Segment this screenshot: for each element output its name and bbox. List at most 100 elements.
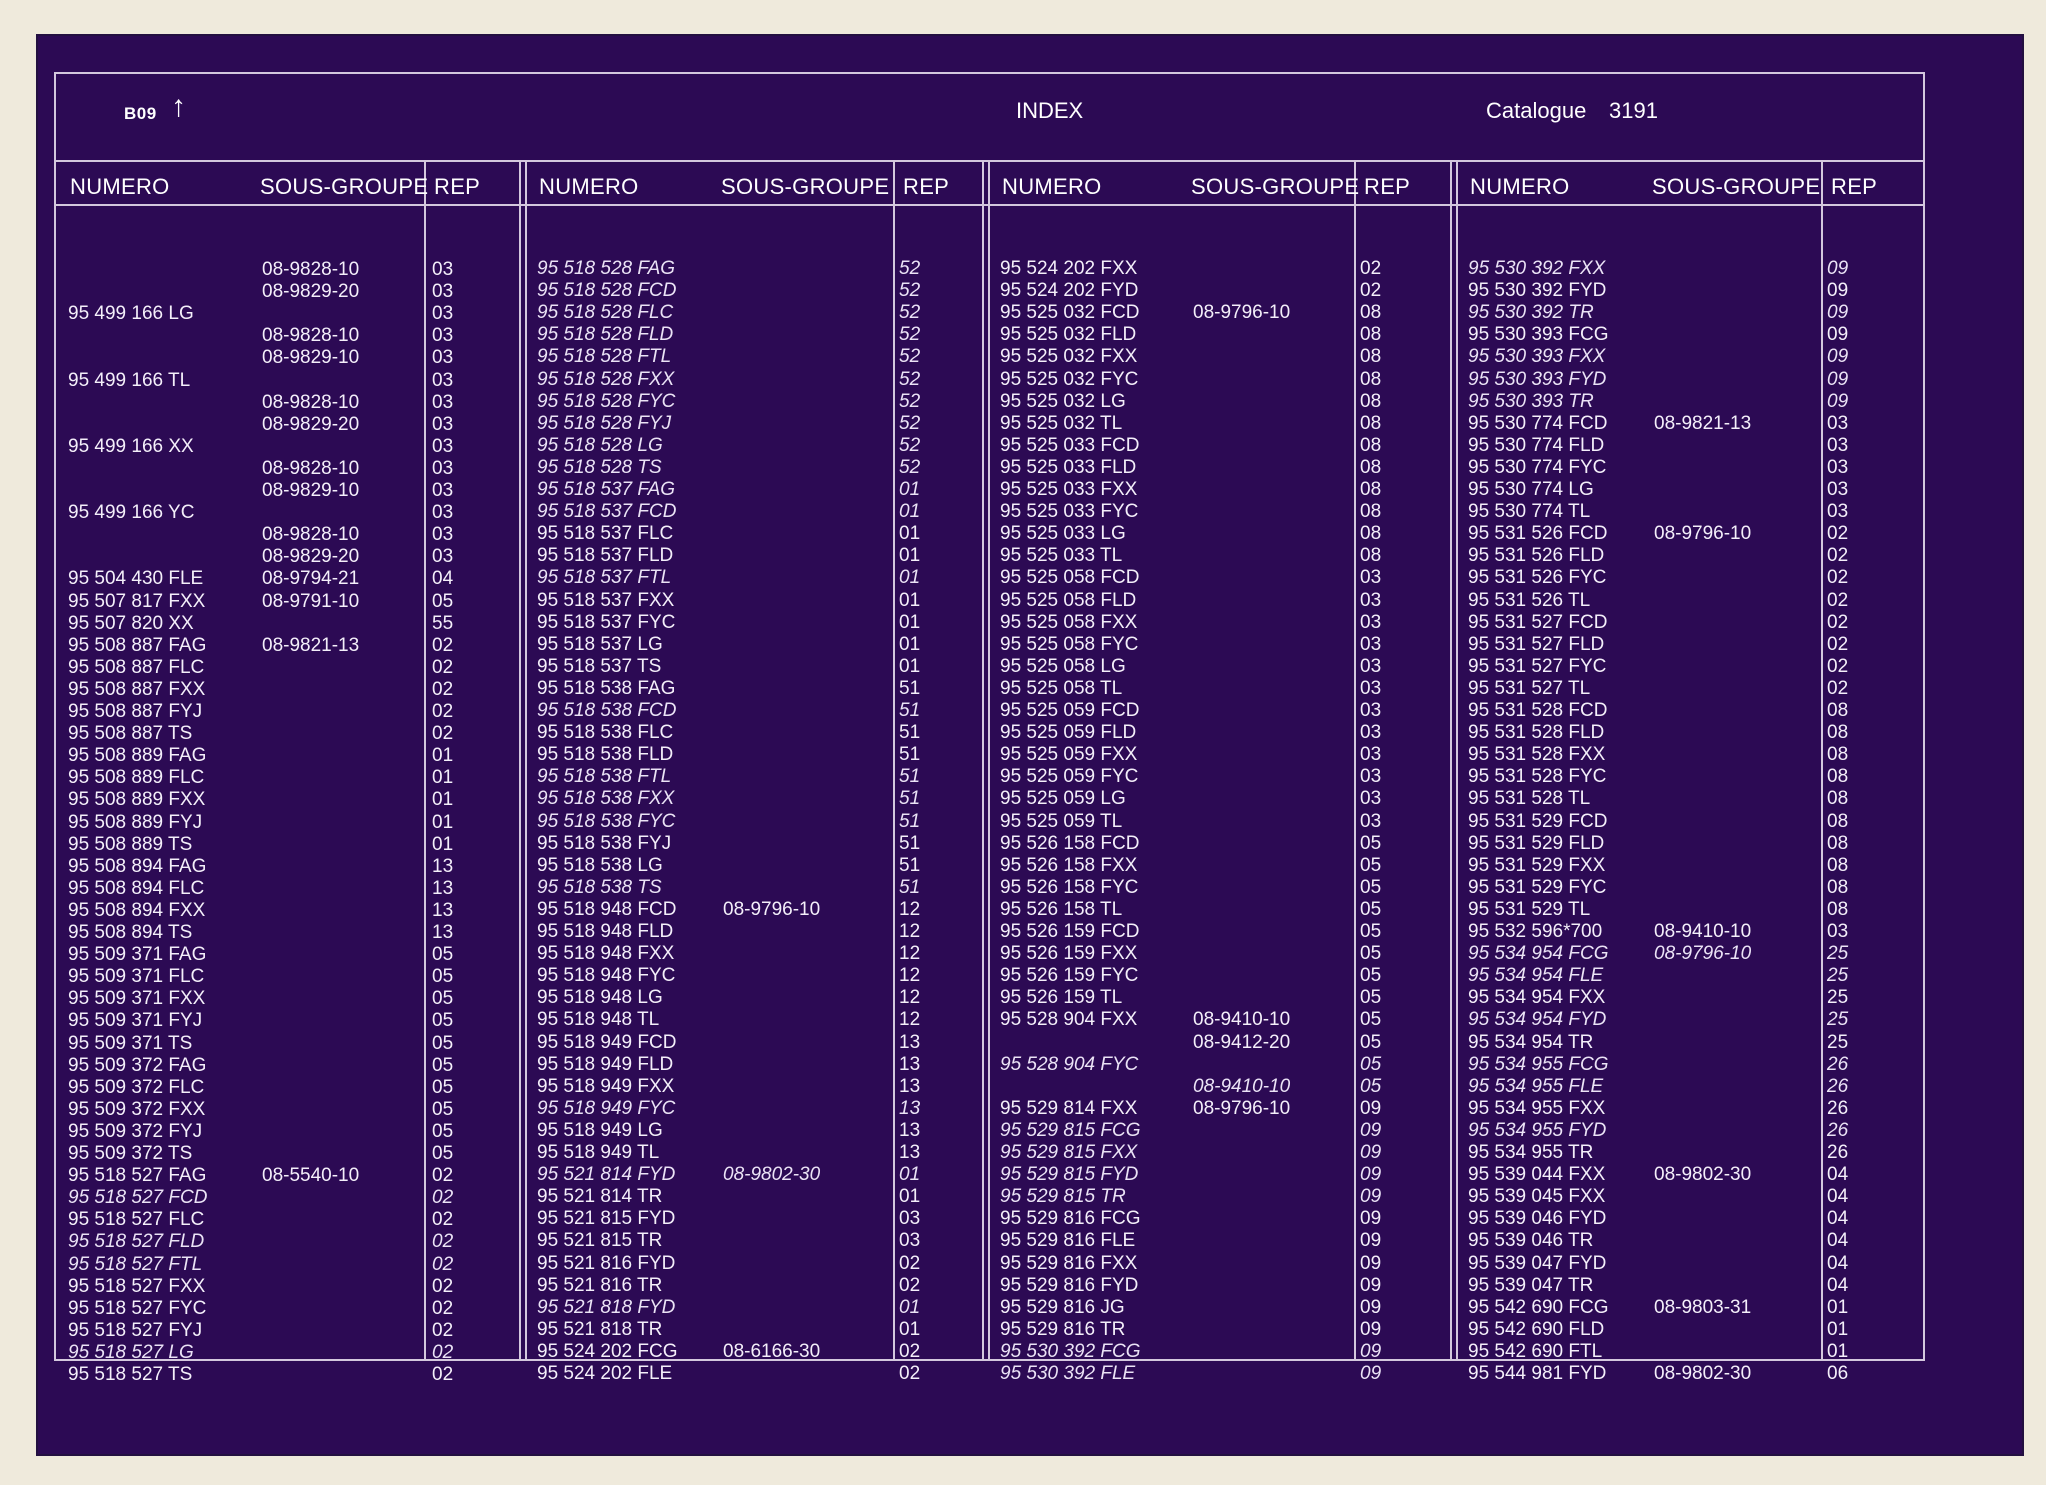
table-row: 95 508 889 FXX 01 (68, 789, 517, 811)
rep-code: 08 (1360, 412, 1382, 434)
table-row: 95 508 894 FAG 13 (68, 856, 517, 878)
part-number: 95 525 058 FXX (1000, 611, 1138, 633)
rep-code: 05 (432, 1143, 454, 1164)
table-row: 95 525 059 FLD 03 (1000, 722, 1448, 744)
rep-code: 05 (432, 966, 454, 988)
part-number: 95 530 392 TR (1468, 302, 1594, 324)
rep-code: 03 (1360, 677, 1382, 699)
rep-code: 02 (432, 1209, 454, 1231)
catalogue-number: 3191 (1609, 98, 1658, 123)
table-row: 95 531 528 FYC 08 (1468, 766, 1915, 788)
rep-code: 02 (432, 656, 454, 678)
rep-code: 13 (432, 922, 454, 943)
rep-code: 25 (1827, 1009, 1849, 1031)
part-number: 95 525 058 FLD (1000, 589, 1137, 611)
rep-code: 05 (432, 944, 454, 966)
rep-code: 02 (1827, 567, 1849, 589)
part-number: 95 539 046 TR (1468, 1230, 1594, 1252)
part-number: 95 509 371 FYJ (68, 1010, 203, 1032)
table-row: 95 518 948 TL 12 (537, 1009, 980, 1031)
table-row: 95 518 537 FXX 01 (537, 590, 980, 612)
rep-code: 51 (899, 854, 921, 876)
part-number: 95 499 166 XX (68, 435, 194, 457)
rep-code: 08 (1360, 390, 1382, 412)
part-number: 95 530 392 FYD (1468, 280, 1607, 302)
table-row: 95 521 815 TR 03 (537, 1230, 980, 1252)
table-row: 95 507 817 FXX 08-9791-10 05 (68, 591, 517, 613)
part-number: 95 534 955 TR (1468, 1142, 1594, 1163)
rep-code: 08 (1827, 876, 1849, 898)
part-number: 95 508 894 TS (68, 922, 193, 943)
table-row: 95 518 538 FLD 51 (537, 744, 980, 766)
part-number: 95 531 527 FYC (1468, 655, 1607, 677)
numero-header: NUMERO (1470, 174, 1570, 199)
sous-groupe-code: 08-9794-21 (262, 568, 360, 590)
rep-code: 52 (899, 258, 921, 279)
table-row: 95 529 816 JG 09 (1000, 1297, 1448, 1319)
table-row: 95 521 818 TR 01 (537, 1319, 980, 1341)
rep-code: 02 (432, 701, 454, 722)
part-number: 95 518 948 FCD (537, 898, 677, 920)
part-number: 95 521 814 FYD (537, 1164, 676, 1186)
page-code: B09 (124, 104, 157, 123)
column-divider (1450, 162, 1452, 1359)
rep-code: 01 (899, 479, 921, 500)
part-number: 95 529 816 FLE (1000, 1230, 1136, 1252)
part-number: 95 531 527 TL (1468, 677, 1591, 699)
rep-code: 26 (1827, 1119, 1849, 1141)
rep-code: 03 (432, 480, 454, 501)
table-row: 95 509 371 FXX 05 (68, 988, 517, 1010)
table-row: 08-9828-10 03 (68, 458, 517, 480)
part-number: 95 518 537 FXX (537, 589, 675, 611)
table-row: 95 534 955 FCG 26 (1468, 1054, 1915, 1076)
part-number: 95 508 887 FAG (68, 634, 207, 656)
rep-code: 03 (432, 347, 454, 369)
part-number: 95 518 537 FCD (537, 501, 677, 523)
rep-code: 08 (1827, 898, 1849, 920)
rep-code: 01 (899, 633, 921, 655)
rep-code: 02 (1827, 611, 1849, 633)
rep-code: 08 (1827, 766, 1849, 788)
table-row: 95 509 371 FAG 05 (68, 944, 517, 966)
table-row: 95 508 887 FXX 02 (68, 679, 517, 701)
part-number: 95 525 058 FYC (1000, 633, 1139, 655)
rep-code: 02 (432, 678, 454, 700)
part-number: 95 534 954 FCG (1468, 943, 1609, 965)
part-number: 95 518 527 FAG (68, 1165, 207, 1187)
table-row: 95 518 527 FLC 02 (68, 1209, 517, 1231)
table-row: 95 521 818 FYD 01 (537, 1297, 980, 1319)
rep-code: 09 (1360, 1296, 1382, 1318)
table-row: 95 518 538 FXX 51 (537, 788, 980, 810)
table-row: 95 525 033 TL 08 (1000, 545, 1448, 567)
table-row: 95 530 392 FCG 09 (1000, 1341, 1448, 1363)
table-row: 95 542 690 FTL 01 (1468, 1341, 1915, 1363)
part-number: 95 518 948 FYC (537, 965, 676, 987)
part-number: 95 529 816 FXX (1000, 1252, 1138, 1274)
column-divider (988, 162, 990, 1359)
sous-groupe-code: 08-9412-20 (1193, 1031, 1291, 1053)
table-row: 95 518 538 LG 51 (537, 855, 980, 877)
part-number: 95 525 059 TL (1000, 810, 1123, 832)
table-row: 95 521 815 FYD 03 (537, 1208, 980, 1230)
rep-code: 26 (1827, 1075, 1849, 1097)
table-row: 95 525 033 LG 08 (1000, 523, 1448, 545)
table-row: 95 508 889 FLC 01 (68, 767, 517, 789)
table-row: 95 531 529 FXX 08 (1468, 855, 1915, 877)
rep-code: 04 (1827, 1208, 1849, 1230)
part-number: 95 531 529 FXX (1468, 854, 1606, 876)
rep-code: 02 (432, 1165, 454, 1187)
rep-code: 01 (1827, 1296, 1849, 1318)
table-row: 95 518 948 LG 12 (537, 987, 980, 1009)
table-row: 95 508 887 TS 02 (68, 723, 517, 745)
part-number: 95 508 894 FXX (68, 899, 206, 921)
table-row: 95 525 032 FCD 08-9796-10 08 (1000, 302, 1448, 324)
rep-code: 02 (1827, 589, 1849, 611)
part-number: 95 518 528 LG (537, 434, 663, 456)
rep-code: 09 (1360, 1230, 1382, 1252)
table-row: 95 525 033 FCD 08 (1000, 435, 1448, 457)
rep-code: 02 (432, 1275, 454, 1297)
rep-code: 08 (1827, 722, 1849, 744)
part-number: 95 518 537 FTL (537, 567, 672, 589)
part-number: 95 508 887 FXX (68, 678, 206, 700)
rep-code: 08 (1827, 810, 1849, 832)
